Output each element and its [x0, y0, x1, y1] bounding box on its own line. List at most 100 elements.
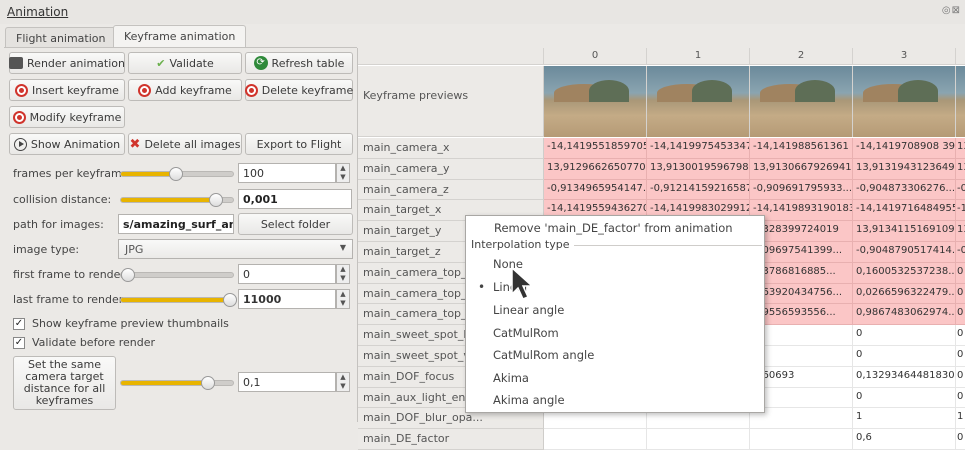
column-header[interactable]: 3 — [853, 48, 956, 65]
export-to-flight-button[interactable]: Export to Flight — [245, 133, 353, 155]
table-cell[interactable] — [750, 387, 853, 409]
first-frame-input[interactable]: 0 — [238, 264, 336, 284]
delete-all-images-button[interactable]: ✖ Delete all images — [128, 133, 242, 155]
table-cell[interactable] — [750, 346, 853, 367]
interp-akima-angle-item[interactable]: Akima angle — [493, 393, 565, 407]
path-for-images-input[interactable]: s/amazing_surf_anim/ — [118, 214, 234, 234]
table-cell[interactable] — [750, 408, 853, 430]
table-cell[interactable]: 13,91341151691098 — [853, 221, 956, 242]
table-cell[interactable]: 0,1600532537238... — [853, 262, 956, 284]
table-cell[interactable] — [750, 429, 853, 450]
interp-akima-item[interactable]: Akima — [493, 371, 529, 385]
table-cell[interactable]: 13 — [956, 158, 965, 180]
last-frame-input[interactable]: 11000 — [238, 289, 336, 309]
table-cell[interactable]: 0 — [853, 346, 956, 367]
table-cell[interactable]: 13 — [956, 138, 965, 159]
refresh-table-button[interactable]: ⟳ Refresh table — [245, 52, 353, 74]
spin-arrows-icon[interactable]: ▲ ▼ — [336, 163, 350, 183]
insert-keyframe-button[interactable]: Insert keyframe — [9, 79, 125, 101]
table-cell[interactable]: 0 — [956, 429, 965, 450]
table-cell[interactable]: -14,141988561361 85 — [750, 138, 853, 159]
spin-arrows-icon[interactable]: ▲ ▼ — [336, 372, 350, 392]
table-cell[interactable]: 0 — [956, 283, 965, 305]
table-cell[interactable]: 0,0266596322479... — [853, 283, 956, 305]
row-header[interactable]: main_camera_y — [358, 158, 544, 180]
table-cell[interactable]: -0,9134965954147... — [544, 179, 647, 201]
spin-arrows-icon[interactable]: ▲ ▼ — [336, 264, 350, 284]
render-animation-button[interactable]: Render animation — [9, 52, 125, 74]
table-cell[interactable]: 13,91300195967982 — [647, 158, 750, 180]
table-cell[interactable]: -14,14197164849555 — [853, 200, 956, 222]
table-cell[interactable]: 13,91319431236494 — [853, 158, 956, 180]
table-cell[interactable]: ...9556593556... — [750, 304, 853, 326]
keyframe-preview-image[interactable] — [544, 66, 647, 137]
table-cell[interactable]: 0 — [956, 366, 965, 388]
table-cell[interactable]: 13,91306679269415 — [750, 158, 853, 180]
table-cell[interactable]: -14,14198931901838 — [750, 200, 853, 222]
table-cell[interactable]: ...3786816885... — [750, 262, 853, 284]
interp-linear-angle-item[interactable]: Linear angle — [493, 303, 564, 317]
interp-catmulrom-angle-item[interactable]: CatMulRom angle — [493, 348, 594, 362]
last-frame-slider[interactable] — [120, 293, 237, 307]
table-cell[interactable]: 0 — [853, 387, 956, 409]
show-animation-button[interactable]: Show Animation — [9, 133, 125, 155]
row-header[interactable]: main_DE_factor — [358, 429, 544, 450]
table-cell[interactable]: -0,9048790517414... — [853, 242, 956, 263]
table-cell[interactable]: 1 — [853, 408, 956, 430]
frames-per-keyframe-slider[interactable] — [120, 167, 234, 181]
same-distance-slider[interactable] — [120, 376, 234, 390]
validate-button[interactable]: ✔ Validate — [128, 52, 242, 74]
table-cell[interactable]: -0,904873306276... — [853, 179, 956, 201]
spin-arrows-icon[interactable]: ▲ ▼ — [336, 289, 350, 309]
table-cell[interactable]: 0 — [853, 325, 956, 346]
table-cell[interactable]: -14,1419708908 39... — [853, 138, 956, 159]
table-cell[interactable]: ...09697541399... — [750, 242, 853, 263]
table-cell[interactable]: ...328399724019 — [750, 221, 853, 242]
collision-distance-input[interactable]: 0,001 — [238, 189, 352, 209]
frames-per-keyframe-input[interactable]: 100 — [238, 163, 336, 183]
collision-distance-slider[interactable] — [120, 193, 234, 207]
select-folder-button[interactable]: Select folder — [238, 213, 353, 235]
same-distance-input[interactable]: 0,1 — [238, 372, 336, 392]
table-cell[interactable] — [647, 429, 750, 450]
table-cell[interactable] — [544, 429, 647, 450]
table-cell[interactable]: -0 — [956, 242, 965, 263]
column-header[interactable]: 2 — [750, 48, 853, 65]
keyframe-preview-image[interactable] — [956, 66, 965, 137]
modify-keyframe-button[interactable]: Modify keyframe — [9, 106, 125, 128]
table-cell[interactable]: -14,14195518597055 — [544, 138, 647, 159]
table-cell[interactable]: -0,909691795933... — [750, 179, 853, 201]
table-cell[interactable]: 13 — [956, 221, 965, 242]
keyframe-preview-image[interactable] — [647, 66, 750, 137]
keyframe-preview-image[interactable] — [853, 66, 956, 137]
table-cell[interactable]: 1 — [956, 408, 965, 430]
delete-keyframe-button[interactable]: Delete keyframe — [244, 79, 353, 101]
table-cell[interactable]: -1 — [956, 200, 965, 222]
remove-from-animation-item[interactable]: Remove 'main_DE_factor' from animation — [494, 221, 733, 235]
table-cell[interactable]: 0 — [956, 346, 965, 367]
show-thumbnails-checkbox[interactable]: ✓ — [13, 318, 25, 330]
first-frame-slider[interactable] — [120, 268, 234, 282]
add-keyframe-button[interactable]: Add keyframe — [128, 79, 242, 101]
tab-keyframe-animation[interactable]: Keyframe animation — [113, 25, 247, 48]
window-controls-icon[interactable]: ◎⊠ — [942, 5, 961, 16]
table-cell[interactable]: 0 — [956, 262, 965, 284]
table-cell[interactable]: 0 — [956, 387, 965, 409]
column-header[interactable] — [956, 48, 965, 65]
column-header[interactable]: 0 — [544, 48, 647, 65]
column-header[interactable]: 1 — [647, 48, 750, 65]
table-cell[interactable]: 0 — [956, 325, 965, 346]
table-cell[interactable]: ...60693 — [750, 366, 853, 388]
table-cell[interactable]: 0,6 — [853, 429, 956, 450]
table-cell[interactable]: 0,132934644818306 — [853, 366, 956, 388]
table-cell[interactable]: 0,9867483062974... — [853, 304, 956, 326]
table-cell[interactable]: 0 — [956, 304, 965, 326]
row-header[interactable]: main_camera_z — [358, 179, 544, 201]
keyframe-preview-image[interactable] — [750, 66, 853, 137]
row-header[interactable]: main_camera_x — [358, 138, 544, 159]
validate-before-render-checkbox[interactable]: ✓ — [13, 337, 25, 349]
table-cell[interactable]: -14,1419975453347 — [647, 138, 750, 159]
table-cell[interactable]: -0 — [956, 179, 965, 201]
image-type-dropdown[interactable]: JPG ▼ — [118, 239, 353, 259]
interp-catmulrom-item[interactable]: CatMulRom — [493, 326, 559, 340]
